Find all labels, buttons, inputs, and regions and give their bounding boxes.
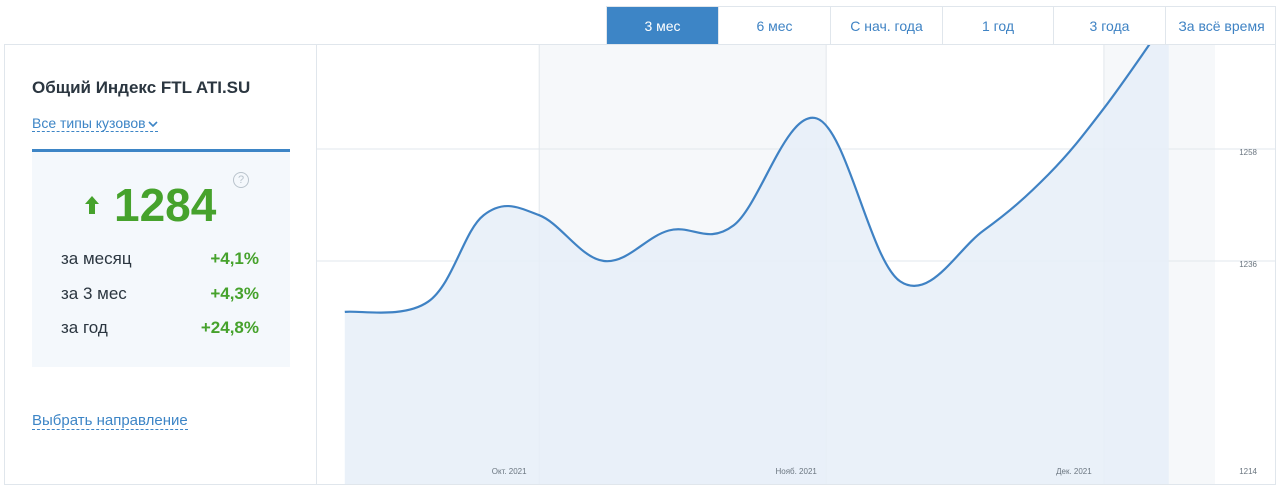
tab-period[interactable]: 1 год (943, 7, 1054, 45)
tab-period[interactable]: 3 года (1054, 7, 1166, 45)
tab-period[interactable]: 6 мес (719, 7, 831, 45)
help-icon[interactable]: ? (233, 172, 249, 188)
stat-label: за год (61, 318, 108, 337)
stat-row-year: за год +24,8% (61, 318, 259, 338)
index-chart-svg: 1284125812361214Окт. 2021Нояб. 2021Дек. … (317, 45, 1275, 484)
chevron-down-icon (148, 121, 158, 128)
stat-value: +24,8% (200, 318, 259, 337)
stat-label: за месяц (61, 249, 132, 268)
y-tick-label: 1236 (1239, 260, 1257, 269)
tab-period[interactable]: 3 мес (607, 7, 719, 45)
stat-value: +4,3% (210, 284, 259, 303)
y-tick-label: 1214 (1239, 467, 1257, 476)
stat-value: +4,1% (210, 249, 259, 268)
arrow-up-icon (85, 196, 99, 214)
index-title: Общий Индекс FTL ATI.SU (32, 78, 251, 97)
index-value: 1284 (114, 179, 217, 231)
index-chart: 1284125812361214Окт. 2021Нояб. 2021Дек. … (317, 45, 1275, 484)
stat-label: за 3 мес (61, 284, 127, 303)
index-value-row: 1284 (84, 180, 216, 230)
stat-row-3months: за 3 мес +4,3% (61, 284, 259, 304)
index-sidebar: Общий Индекс FTL ATI.SU Все типы кузовов… (5, 45, 317, 484)
index-panel: Общий Индекс FTL ATI.SU Все типы кузовов… (4, 44, 1276, 485)
stat-row-month: за месяц +4,1% (61, 249, 259, 269)
tab-period[interactable]: За всё время (1166, 7, 1277, 45)
body-type-label: Все типы кузовов (32, 115, 146, 131)
choose-direction-link[interactable]: Выбрать направление (32, 412, 188, 430)
body-type-dropdown[interactable]: Все типы кузовов (32, 115, 158, 132)
tab-period[interactable]: С нач. года (831, 7, 943, 45)
x-tick-label: Дек. 2021 (1056, 467, 1092, 476)
index-summary-card: 1284 ? за месяц +4,1% за 3 мес +4,3% за … (32, 149, 290, 367)
x-tick-label: Нояб. 2021 (775, 467, 817, 476)
period-tabs: 3 мес 6 мес С нач. года 1 год 3 года За всё в… (606, 6, 1277, 45)
y-tick-label: 1258 (1239, 148, 1257, 157)
x-tick-label: Окт. 2021 (492, 467, 527, 476)
